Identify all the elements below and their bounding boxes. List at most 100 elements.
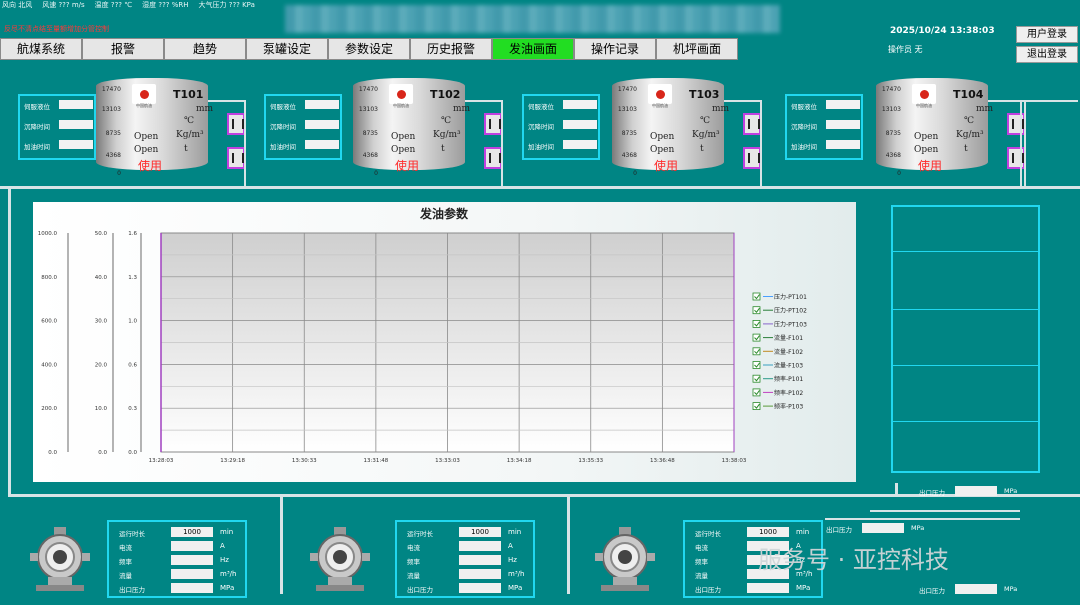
tank-status-1: Open [391,132,416,142]
outlet-field-2 [862,523,904,533]
nav-tab-7[interactable]: 操作记录 [574,38,656,60]
tank-t102: 17470 13103 8735 4368 0 中国航油 T102 mm ℃ Kg/m³ t Open… [353,72,470,177]
x-tick-label: 13:30:33 [292,458,317,464]
outlet-valve[interactable] [1007,147,1025,169]
tank-info-box: 伺服液位 沉降时间 加油时间 [264,94,342,160]
tank-info-field [59,140,93,149]
outlet-unit-2: MPa [911,524,925,532]
y-tick-label: 0.0 [48,450,57,456]
pump-icon[interactable] [310,527,370,591]
cnaf-logo: 中国航油 [132,84,156,108]
pump-info-box: 运行时长 1000 min 电流 A 频率 Hz 流量 m³/h 出口压力 MPa [107,520,247,598]
inlet-valve[interactable] [484,113,502,135]
tank-scale-tick: 4368 [105,152,121,159]
watermark: 服务号 · 亚控科技 [758,546,949,574]
y-tick-label: 1.0 [128,319,137,325]
tank-info-label: 沉降时间 [791,123,817,131]
tank-unit-mm: mm [453,104,471,114]
y-tick-label: 600.0 [41,319,57,325]
blurred-header-banner [285,5,780,33]
tank-info-field [563,120,597,129]
weather-item: 风速 ??? m/s [42,1,85,9]
tank-info-field [826,140,860,149]
tank-name: T103 [689,88,720,101]
tank-scale-tick: 13103 [101,106,121,113]
nav-tab-1[interactable]: 报警 [82,38,164,60]
y-tick-label: 1.6 [128,231,137,237]
pump-param-field [171,583,213,593]
pipe-out2 [825,518,1020,520]
pump-param-label: 频率 [119,558,132,566]
outlet-label-3: 出口压力 [919,587,945,595]
outlet-valve[interactable] [743,147,761,169]
tank-info-field [563,100,597,109]
x-tick-label: 13:33:03 [435,458,460,464]
inlet-valve[interactable] [1007,113,1025,135]
logo-mark-icon [139,90,149,99]
pump-param-label: 流量 [119,572,132,580]
logo-text: 中国航油 [393,103,409,108]
tank-pipe-v [501,100,503,188]
tank-scale: 17470 13103 8735 4368 0 [96,80,124,177]
pump-param-field [459,569,501,579]
nav-tab-2[interactable]: 趋势 [164,38,246,60]
main-nav: 航煤系统 报警 趋势 泵罐设定 参数设定 历史报警 发油画面 操作记录 机坪画面 [0,38,738,60]
tank-unit-mm: mm [196,104,214,114]
tank-status-1: Open [914,132,939,142]
x-tick-label: 13:28:03 [149,458,174,464]
outlet-field-3 [955,584,997,594]
pump-param-unit: Hz [508,556,517,564]
tank-status-1: Open [650,132,675,142]
x-tick-label: 13:31:48 [364,458,389,464]
tank-info-field [305,140,339,149]
tank-info-box: 伺服液位 沉降时间 加油时间 [785,94,863,160]
x-tick-label: 13:34:18 [507,458,532,464]
tank-info-label: 加油时间 [270,143,296,151]
tank-pipe-h [465,100,503,102]
fayou-chart: 发油参数 13:28:03 13:29:18 13:30:33 13:31:48 13:3… [38,206,807,464]
tank-t103: 17470 13103 8735 4368 0 中国航油 T103 mm ℃ Kg/m³ t Open… [612,72,729,177]
tank-scale-tick: 17470 [617,86,637,93]
tank-scale-tick: 13103 [358,106,378,113]
outlet-valve[interactable] [227,147,245,169]
nav-tab-0[interactable]: 航煤系统 [0,38,82,60]
inlet-valve[interactable] [227,113,245,135]
chart-title: 发油参数 [419,206,469,221]
nav-tab-4[interactable]: 参数设定 [328,38,410,60]
pump-icon[interactable] [595,527,655,591]
y-tick-label: 20.0 [95,362,108,368]
outlet-field-right [955,486,997,496]
tank-scale-tick: 0 [633,170,637,177]
y-tick-label: 10.0 [95,406,108,412]
nav-tab-5[interactable]: 历史报警 [410,38,492,60]
outlet-valve[interactable] [484,147,502,169]
inlet-valve[interactable] [743,113,761,135]
tank-scale-tick: 13103 [617,106,637,113]
tank-name: T102 [430,88,461,101]
login-button[interactable]: 用户登录 [1016,26,1078,43]
y-tick-label: 1000.0 [38,231,58,237]
weather-item: 风向 北风 [2,1,33,9]
tank-scale-tick: 8735 [885,130,901,137]
pump-param-unit: m³/h [220,570,237,578]
pipe-main-upper [0,186,1080,189]
pump-param-field: 1000 [459,527,501,537]
nav-tab-3[interactable]: 泵罐设定 [246,38,328,60]
logo-text: 中国航油 [916,103,932,108]
tank-pipe-v [244,100,246,188]
tank-info-label: 伺服液位 [791,103,817,111]
y-tick-label: 1.3 [128,275,137,281]
tank-scale-tick: 17470 [358,86,378,93]
pump-icon[interactable] [30,527,90,591]
nav-tab-8[interactable]: 机坪画面 [656,38,738,60]
tank-in-use-label: 使用 [138,159,163,173]
tank-unit-kg: Kg/m³ [956,130,984,140]
logout-button[interactable]: 退出登录 [1016,46,1078,63]
legend-label: 流量-F102 [774,348,803,356]
chart-panel: 发油参数 13:28:03 13:29:18 13:30:33 13:31:48 13:3… [33,202,856,482]
pump-param-field: 1000 [171,527,213,537]
tank-unit-c: ℃ [964,116,975,126]
nav-tab-6[interactable]: 发油画面 [492,38,574,60]
tank-scale: 17470 13103 8735 4368 0 [876,80,904,177]
legend-label: 频率-P101 [774,375,803,383]
